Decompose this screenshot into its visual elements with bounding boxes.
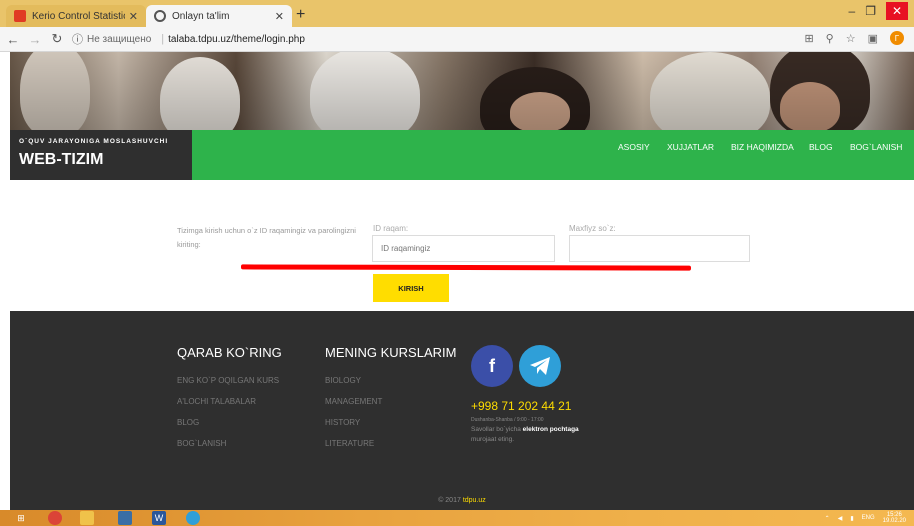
back-arrow-icon[interactable]: ←	[4, 32, 22, 47]
footer-link[interactable]: BOG`LANISH	[177, 439, 226, 448]
extension-icon[interactable]: ▣	[868, 32, 878, 45]
main-menu: ASOSIY XUJJATLAR BIZ HAQIMIZDA BLOG BOG`…	[192, 130, 914, 180]
close-tab-icon[interactable]: ✕	[129, 10, 138, 23]
footer-link[interactable]: LITERATURE	[325, 439, 374, 448]
browser-tab-bar: Kerio Control Statistics - Kerio C... ✕ …	[0, 0, 914, 27]
hero-photo	[10, 52, 914, 130]
telegram-taskbar-icon[interactable]	[186, 511, 200, 525]
brand-title: WEB-TIZIM	[19, 151, 104, 168]
kerio-favicon-icon	[14, 10, 26, 22]
tab-kerio[interactable]: Kerio Control Statistics - Kerio C... ✕	[6, 5, 146, 27]
chrome-icon[interactable]	[48, 511, 62, 525]
tab-title: Kerio Control Statistics - Kerio C...	[32, 10, 125, 22]
word-icon[interactable]: W	[152, 511, 166, 525]
red-underline-mark	[240, 264, 692, 271]
menu-item-blog[interactable]: BLOG	[809, 142, 833, 152]
menu-item-xujjatlar[interactable]: XUJJATLAR	[667, 142, 714, 152]
tray-arrow-icon[interactable]: ⌃	[825, 515, 830, 522]
url-separator: |	[161, 33, 165, 45]
menu-item-asosiy[interactable]: ASOSIY	[618, 142, 650, 152]
url-field[interactable]: ⓘ Не защищено | talaba.tdpu.uz/theme/log…	[72, 30, 305, 49]
menu-item-biz-haqimizda[interactable]: BIZ HAQIMIZDA	[731, 142, 794, 152]
url-text[interactable]: talaba.tdpu.uz/theme/login.php	[168, 34, 305, 45]
site-footer: QARAB KO`RING ENG KO`P OQILGAN KURS A'LO…	[10, 311, 914, 510]
footer-link[interactable]: HISTORY	[325, 418, 360, 427]
password-label: Maxfiyz so`z:	[569, 224, 616, 233]
maximize-icon[interactable]: ❐	[865, 4, 876, 18]
copyright: © 2017 tdpu.uz	[10, 497, 914, 504]
footer-col1-title: QARAB KO`RING	[177, 345, 282, 360]
telegram-icon	[530, 357, 550, 375]
window-close-icon[interactable]: ✕	[886, 2, 908, 20]
clock-date: 19.02.20	[882, 518, 906, 524]
help-suffix: murojaat eting.	[471, 436, 514, 443]
address-bar: ← → ↻ ⓘ Не защищено | talaba.tdpu.uz/the…	[0, 27, 914, 52]
minimize-icon[interactable]: –	[849, 4, 856, 18]
menu-item-boglanish[interactable]: BOG`LANISH	[850, 142, 902, 152]
bookmark-star-icon[interactable]: ☆	[846, 32, 856, 45]
footer-link[interactable]: BLOG	[177, 418, 199, 427]
password-input[interactable]	[569, 235, 750, 262]
reload-icon[interactable]: ↻	[48, 31, 66, 47]
footer-link[interactable]: BIOLOGY	[325, 376, 361, 385]
footer-col2-title: MENING KURSLARIM	[325, 345, 457, 360]
login-instructions: Tizimga kirish uchun o`z ID raqamingiz v…	[177, 226, 356, 249]
working-hours: Dushanba-Shanba / 9:00 - 17:00	[471, 417, 544, 423]
app-icon[interactable]	[118, 511, 132, 525]
windows-taskbar: ⊞ W ⌃ ◀ ▮ ENG 15:26 19.02.20	[0, 510, 914, 526]
address-bar-icons: ⊞ ⚲ ☆ ▣ Γ	[804, 31, 904, 45]
telegram-button[interactable]	[519, 345, 561, 387]
email-link[interactable]: elektron pochtaga	[523, 426, 579, 433]
file-explorer-icon[interactable]	[80, 511, 94, 525]
language-indicator[interactable]: ENG	[862, 515, 875, 521]
windows-start-icon[interactable]: ⊞	[14, 511, 28, 525]
forward-arrow-icon[interactable]: →	[26, 32, 44, 47]
hero-shade	[10, 52, 914, 130]
close-tab-icon[interactable]: ✕	[275, 10, 284, 23]
insecure-label: Не защищено	[87, 33, 152, 45]
copyright-site-link[interactable]: tdpu.uz	[463, 497, 486, 504]
clock[interactable]: 15:26 19.02.20	[883, 512, 906, 524]
brand-subtitle: O`QUV JARAYONIGA MOSLASHUVCHI	[19, 138, 169, 145]
contact-phone[interactable]: +998 71 202 44 21	[471, 399, 571, 413]
login-button[interactable]: KIRISH	[373, 274, 449, 302]
system-tray: ⌃ ◀ ▮ ENG 15:26 19.02.20	[825, 512, 906, 524]
globe-favicon-icon	[154, 10, 166, 22]
zoom-icon[interactable]: ⚲	[826, 32, 834, 45]
network-icon[interactable]: ▮	[850, 515, 853, 522]
new-tab-button[interactable]: +	[296, 6, 305, 24]
translate-icon[interactable]: ⊞	[804, 32, 813, 45]
volume-icon[interactable]: ◀	[838, 515, 843, 522]
facebook-button[interactable]: f	[471, 345, 513, 387]
id-label: ID raqam:	[373, 224, 409, 233]
tab-title: Onlayn ta'lim	[172, 10, 230, 22]
profile-avatar[interactable]: Γ	[890, 31, 904, 45]
help-prefix: Savollar bo`yicha	[471, 426, 521, 433]
site-brand[interactable]: O`QUV JARAYONIGA MOSLASHUVCHI WEB-TIZIM	[10, 130, 192, 180]
window-controls: – ❐ ✕	[849, 2, 908, 20]
footer-link[interactable]: A'LOCHI TALABALAR	[177, 397, 256, 406]
facebook-icon: f	[489, 355, 495, 376]
id-input[interactable]	[372, 235, 555, 262]
info-icon[interactable]: ⓘ	[72, 31, 83, 47]
copyright-prefix: © 2017	[438, 497, 461, 504]
footer-link[interactable]: MANAGEMENT	[325, 397, 382, 406]
help-text: Savollar bo`yicha elektron pochtaga muro…	[471, 425, 631, 445]
footer-link[interactable]: ENG KO`P OQILGAN KURS	[177, 376, 279, 385]
tab-onlayn-talim[interactable]: Onlayn ta'lim ✕	[146, 5, 292, 27]
